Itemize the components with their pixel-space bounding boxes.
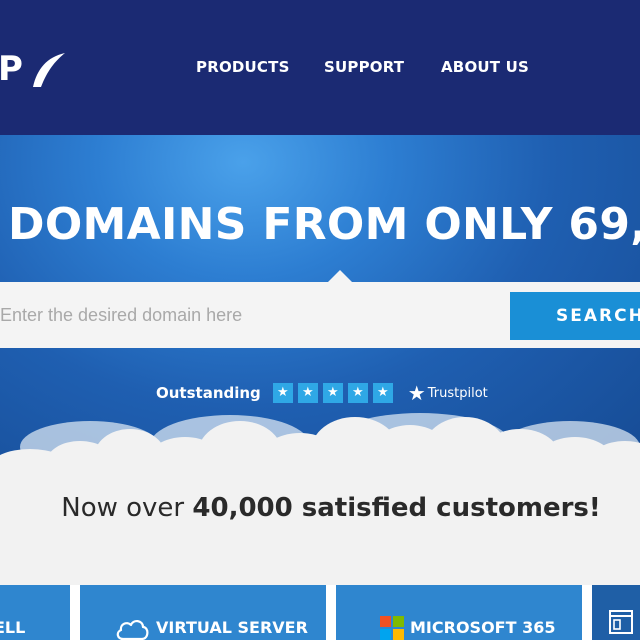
main-nav: PRODUCTS SUPPORT ABOUT US — [0, 56, 640, 80]
customers-section: Now over 40,000 satisfied customers! — [0, 475, 640, 585]
tile-label: MICROSOFT 365 — [410, 618, 556, 637]
hero-title: DOMAINS FROM ONLY 69, - — [8, 199, 640, 250]
search-caret — [328, 270, 352, 282]
tile-label: ELL — [0, 618, 26, 637]
nav-products[interactable]: PRODUCTS — [196, 56, 290, 78]
star-icon: ★ — [372, 383, 393, 403]
trustpilot-name: Trustpilot — [427, 385, 488, 401]
cloud-divider — [0, 413, 640, 475]
site-header: P PRODUCTS SUPPORT ABOUT US — [0, 0, 640, 135]
star-icon: ★ — [347, 383, 368, 403]
nav-support[interactable]: SUPPORT — [324, 56, 404, 78]
hero-section: DOMAINS FROM ONLY 69, - SEARCH Outstandi… — [0, 135, 640, 475]
customers-count: 40,000 satisfied customers! — [192, 493, 601, 523]
cloud-icon — [116, 620, 149, 641]
browser-window-icon — [609, 610, 633, 634]
domain-search-input[interactable] — [0, 282, 500, 348]
tile-virtual-server[interactable]: VIRTUAL SERVER — [80, 585, 326, 641]
tile-microsoft-365[interactable]: MICROSOFT 365 — [336, 585, 582, 640]
microsoft-logo-icon — [380, 616, 404, 640]
tile-shell[interactable]: ELL — [0, 585, 70, 640]
customers-prefix: Now over — [61, 493, 193, 523]
star-icon: ★ — [322, 383, 343, 403]
trustpilot-logo: ★ Trustpilot — [408, 383, 488, 403]
trustpilot-rating[interactable]: Outstanding ★ ★ ★ ★ ★ ★ Trustpilot — [156, 382, 488, 404]
rating-stars: ★ ★ ★ ★ ★ — [272, 383, 398, 403]
star-icon: ★ — [272, 383, 293, 403]
search-button[interactable]: SEARCH — [510, 292, 640, 340]
rating-label: Outstanding — [156, 384, 261, 402]
domain-search-bar: SEARCH — [0, 282, 640, 348]
tile-next[interactable] — [592, 585, 640, 640]
tile-label: VIRTUAL SERVER — [156, 618, 308, 637]
trustpilot-star-icon: ★ — [407, 381, 426, 405]
customers-headline: Now over 40,000 satisfied customers! — [0, 490, 640, 526]
star-icon: ★ — [297, 383, 318, 403]
nav-about-us[interactable]: ABOUT US — [441, 56, 529, 78]
